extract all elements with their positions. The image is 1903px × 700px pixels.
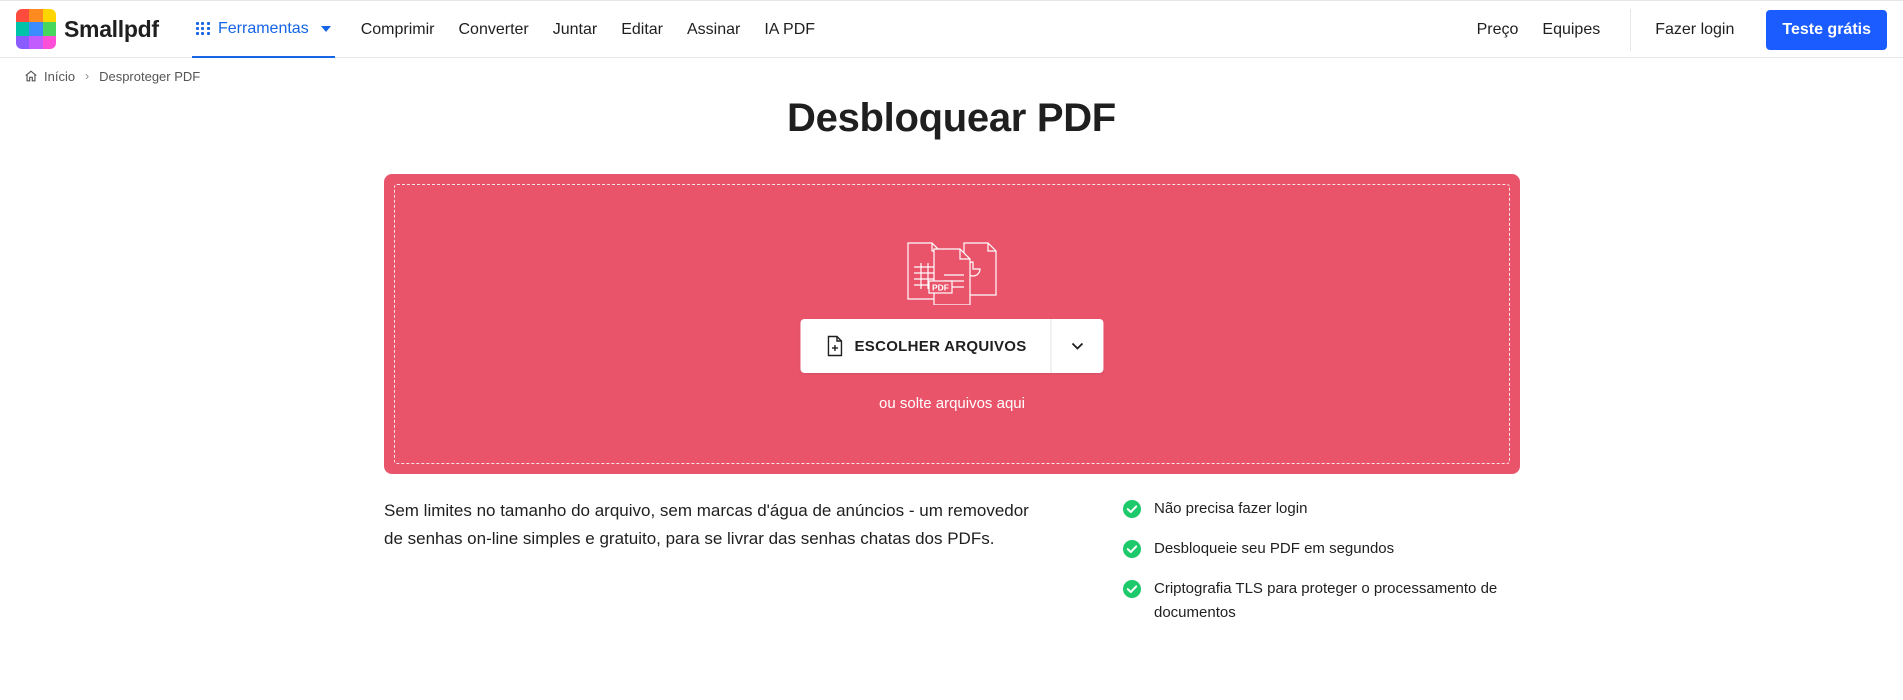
nav-divider (1630, 8, 1632, 51)
account-nav: Preço Equipes Fazer login Teste grátis (1477, 1, 1887, 58)
smallpdf-logo-icon (16, 9, 56, 49)
pdf-illustration-label: PDF (932, 283, 949, 293)
main-nav: Ferramentas Comprimir Converter Juntar E… (192, 1, 839, 58)
nav-link-merge[interactable]: Juntar (553, 21, 597, 39)
feature-item: Desbloqueie seu PDF em segundos (1122, 537, 1542, 561)
nav-link-convert[interactable]: Converter (458, 21, 528, 39)
breadcrumb: Início › Desproteger PDF (24, 67, 200, 85)
nav-link-pricing[interactable]: Preço (1477, 21, 1519, 39)
page-title: Desbloquear PDF (787, 96, 1116, 140)
upload-source-dropdown-button[interactable] (1052, 319, 1104, 373)
tools-menu-button[interactable]: Ferramentas (192, 1, 335, 58)
breadcrumb-home-link[interactable]: Início (44, 69, 75, 84)
drop-files-hint: ou solte arquivos aqui (879, 395, 1025, 412)
file-dropzone[interactable]: PDF ESCOLHER ARQUIVOS ou solte arquivos … (384, 174, 1520, 474)
caret-down-icon (320, 25, 331, 32)
check-circle-icon (1123, 500, 1141, 518)
feature-text: Desbloqueie seu PDF em segundos (1154, 540, 1395, 557)
dropzone-dashed-area[interactable]: PDF ESCOLHER ARQUIVOS ou solte arquivos … (394, 184, 1510, 464)
top-navigation-bar: Smallpdf Ferramentas Comprimir Converter… (0, 0, 1903, 58)
tool-description: Sem limites no tamanho do arquivo, sem m… (384, 501, 1029, 548)
feature-text: Criptografia TLS para proteger o process… (1154, 580, 1498, 621)
choose-files-label: ESCOLHER ARQUIVOS (854, 337, 1027, 355)
check-circle-icon (1123, 540, 1141, 558)
check-circle-icon (1123, 580, 1141, 598)
free-trial-button[interactable]: Teste grátis (1766, 9, 1887, 50)
breadcrumb-separator: › (85, 69, 90, 83)
nav-link-teams[interactable]: Equipes (1542, 21, 1600, 39)
feature-list: Não precisa fazer login Desbloqueie seu … (1122, 497, 1542, 641)
smallpdf-logo[interactable]: Smallpdf (16, 9, 159, 49)
choose-files-button[interactable]: ESCOLHER ARQUIVOS (800, 319, 1052, 373)
nav-link-ai-pdf[interactable]: IA PDF (764, 21, 815, 39)
breadcrumb-current: Desproteger PDF (99, 68, 201, 84)
apps-grid-icon (196, 21, 210, 36)
documents-illustration-icon: PDF (907, 242, 997, 305)
file-add-icon (827, 335, 843, 357)
feature-text: Não precisa fazer login (1154, 500, 1308, 517)
feature-item: Não precisa fazer login (1122, 497, 1542, 521)
choose-files-control: ESCOLHER ARQUIVOS (800, 319, 1104, 373)
home-icon (25, 70, 37, 82)
tools-menu-label: Ferramentas (218, 19, 309, 37)
nav-link-sign[interactable]: Assinar (687, 21, 740, 39)
nav-link-edit[interactable]: Editar (621, 21, 663, 39)
nav-link-compress[interactable]: Comprimir (361, 21, 435, 39)
feature-item: Criptografia TLS para proteger o process… (1122, 577, 1542, 625)
chevron-down-icon (1071, 342, 1084, 350)
login-link[interactable]: Fazer login (1655, 21, 1734, 39)
brand-name: Smallpdf (64, 15, 159, 42)
